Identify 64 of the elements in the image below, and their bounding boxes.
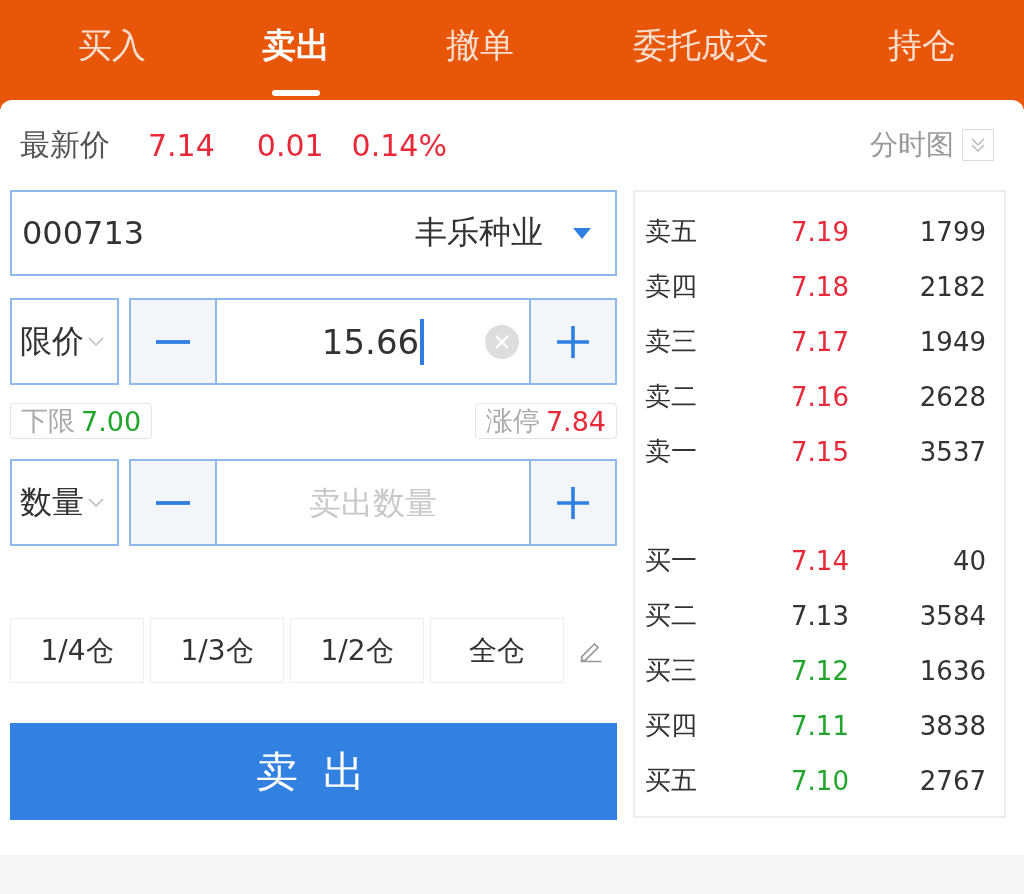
minus-icon — [156, 500, 190, 505]
expand-button[interactable] — [962, 129, 994, 161]
level-volume: 3537 — [918, 436, 986, 467]
minus-icon — [156, 339, 190, 344]
level-price: 7.16 — [790, 381, 850, 412]
plus-icon — [557, 486, 589, 519]
position-button[interactable]: 1/3仓 — [150, 618, 284, 683]
chevron-down-icon — [88, 336, 104, 347]
level-volume: 2767 — [918, 765, 986, 796]
level-label: 买三 — [645, 654, 698, 687]
level-label: 卖五 — [645, 215, 698, 248]
level-label: 卖三 — [645, 325, 698, 358]
level-label: 买五 — [645, 764, 698, 797]
level-price: 7.17 — [790, 326, 850, 357]
level-price: 7.11 — [790, 710, 850, 741]
increment-button[interactable] — [531, 300, 615, 383]
decrement-button[interactable] — [131, 461, 215, 544]
level-volume: 3584 — [918, 600, 986, 631]
plus-icon — [557, 325, 589, 358]
level-volume: 3838 — [918, 710, 986, 741]
level-label: 买二 — [645, 599, 698, 632]
level-price: 7.12 — [790, 655, 850, 686]
level-volume: 1799 — [918, 216, 986, 247]
level-volume: 1636 — [918, 655, 986, 686]
level-price: 7.14 — [790, 545, 850, 576]
position-button[interactable]: 全仓 — [430, 618, 564, 683]
increment-button[interactable] — [531, 461, 615, 544]
level-price: 7.10 — [790, 765, 850, 796]
tab[interactable]: 卖出 — [204, 0, 389, 100]
level-volume: 40 — [951, 545, 986, 576]
level-label: 卖二 — [645, 380, 698, 413]
position-button[interactable]: 1/2仓 — [290, 618, 424, 683]
level-label: 卖一 — [645, 435, 698, 468]
price-value: 15.66 — [321, 321, 420, 362]
level-label: 买一 — [645, 544, 698, 577]
chevron-down-icon — [88, 497, 104, 508]
level-label: 卖四 — [645, 270, 698, 303]
stepper-control[interactable]: 15.66 — [129, 298, 617, 385]
position-button[interactable]: 1/4仓 — [10, 618, 144, 683]
double-chevron-icon — [968, 135, 988, 155]
level-label: 买四 — [645, 709, 698, 742]
clear-button[interactable] — [485, 324, 519, 359]
stock-code: 000713 — [22, 214, 145, 252]
change-percent: 0.14% — [351, 127, 447, 163]
level-price: 7.15 — [790, 436, 850, 467]
level-price: 7.13 — [790, 600, 850, 631]
level-volume: 1949 — [918, 326, 986, 357]
decrement-button[interactable] — [131, 300, 215, 383]
level-price: 7.18 — [790, 271, 850, 302]
text-cursor — [420, 318, 425, 365]
sell-button[interactable]: 卖 出 — [10, 723, 617, 820]
close-icon — [495, 334, 509, 349]
level-volume: 2182 — [918, 271, 986, 302]
level-price: 7.19 — [790, 216, 850, 247]
latest-price: 7.14 — [148, 127, 215, 163]
order-type-dropdown[interactable]: 限价 — [10, 298, 119, 385]
order-type-dropdown[interactable]: 数量 — [10, 459, 119, 546]
level-volume: 2628 — [918, 381, 986, 412]
upper-limit-tag[interactable]: 涨停 7.84 — [474, 403, 617, 439]
price-change: 0.01 — [256, 127, 324, 163]
stock-name: 丰乐种业 — [415, 212, 543, 253]
stock-selector[interactable]: 000713 丰乐种业 — [10, 190, 617, 276]
quote-label: 最新价 — [20, 125, 110, 164]
dropdown-triangle-icon — [573, 227, 591, 239]
